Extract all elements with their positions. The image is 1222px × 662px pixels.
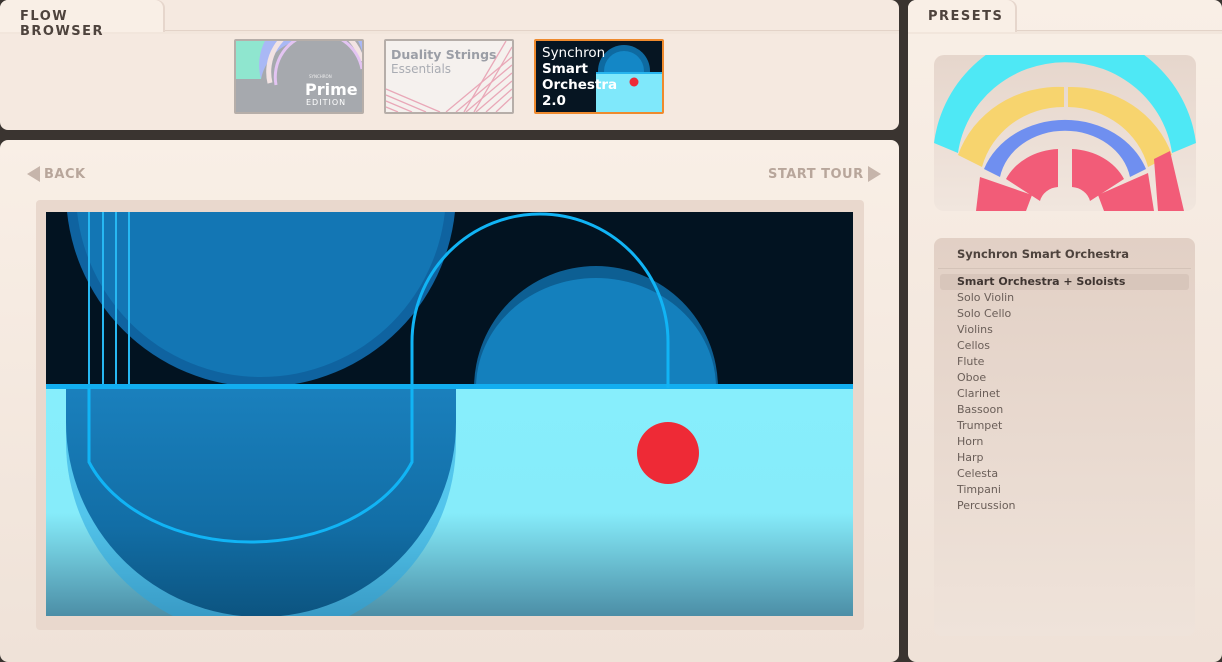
preset-item[interactable]: Oboe: [940, 370, 1189, 386]
flow-browser-panel: FLOW BROWSER SYNCHRON Prime EDITION Dual…: [0, 0, 899, 130]
back-button[interactable]: BACK: [27, 166, 86, 182]
preset-item[interactable]: Percussion: [940, 498, 1189, 514]
start-tour-button[interactable]: START TOUR: [768, 166, 881, 182]
preset-item[interactable]: Celesta: [940, 466, 1189, 482]
preset-item[interactable]: Horn: [940, 434, 1189, 450]
flow-thumbnail-prime[interactable]: SYNCHRON Prime EDITION: [234, 39, 364, 114]
divider: [938, 268, 1191, 269]
prime-title: Prime: [305, 80, 358, 99]
prime-small-text: SYNCHRON: [309, 74, 332, 79]
orchestra-artwork: [46, 212, 853, 616]
preset-item[interactable]: Clarinet: [940, 386, 1189, 402]
flow-thumbnail-duality-strings[interactable]: Duality Strings Essentials: [384, 39, 514, 114]
preset-list: Synchron Smart Orchestra Smart Orchestra…: [934, 238, 1195, 636]
start-tour-label: START TOUR: [768, 166, 864, 182]
duality-artwork: Duality Strings Essentials: [386, 41, 512, 112]
smart-line-2: Smart: [542, 61, 589, 77]
artwork-canvas: [46, 212, 853, 616]
red-sun-icon: [637, 422, 699, 484]
duality-title: Duality Strings: [391, 47, 496, 62]
red-dot-icon: [629, 77, 639, 87]
flow-viewer-panel: BACK START TOUR: [0, 140, 899, 662]
smart-line-1: Synchron: [542, 45, 605, 61]
arrow-right-icon: [867, 166, 881, 182]
preset-item[interactable]: Solo Cello: [940, 306, 1189, 322]
preset-item[interactable]: Flute: [940, 354, 1189, 370]
preset-item[interactable]: Solo Violin: [940, 290, 1189, 306]
smart-line-3: Orchestra: [542, 77, 617, 93]
duality-subtitle: Essentials: [391, 62, 451, 76]
prime-artwork: SYNCHRON Prime EDITION: [236, 41, 362, 112]
preset-item[interactable]: Smart Orchestra + Soloists: [940, 274, 1189, 290]
preset-item[interactable]: Timpani: [940, 482, 1189, 498]
tab-flow-browser[interactable]: FLOW BROWSER: [0, 0, 163, 39]
seating-section-strings-5[interactable]: [1154, 151, 1184, 211]
seating-diagram: [934, 55, 1196, 211]
smart-line-4: 2.0: [542, 93, 566, 109]
flow-thumbnail-smart-orchestra[interactable]: Synchron Smart Orchestra 2.0: [534, 39, 664, 114]
seating-section-brass[interactable]: [984, 119, 1146, 177]
preset-item[interactable]: Bassoon: [940, 402, 1189, 418]
arrow-left-icon: [27, 166, 40, 182]
artwork-frame: [36, 200, 864, 630]
prime-subtitle: EDITION: [306, 98, 346, 107]
preset-items: Smart Orchestra + Soloists Solo Violin Sol…: [940, 274, 1189, 514]
orchestra-seating-chart[interactable]: [934, 55, 1196, 211]
preset-item[interactable]: Trumpet: [940, 418, 1189, 434]
tab-presets[interactable]: PRESETS: [908, 0, 1015, 32]
preset-item[interactable]: Harp: [940, 450, 1189, 466]
back-label: BACK: [44, 166, 86, 182]
preset-item[interactable]: Cellos: [940, 338, 1189, 354]
presets-panel: PRESETS Synchron Smart Orchestra Smart O…: [908, 0, 1222, 662]
smart-orchestra-artwork: Synchron Smart Orchestra 2.0: [536, 41, 662, 112]
preset-list-title: Synchron Smart Orchestra: [957, 247, 1129, 261]
preset-item[interactable]: Violins: [940, 322, 1189, 338]
